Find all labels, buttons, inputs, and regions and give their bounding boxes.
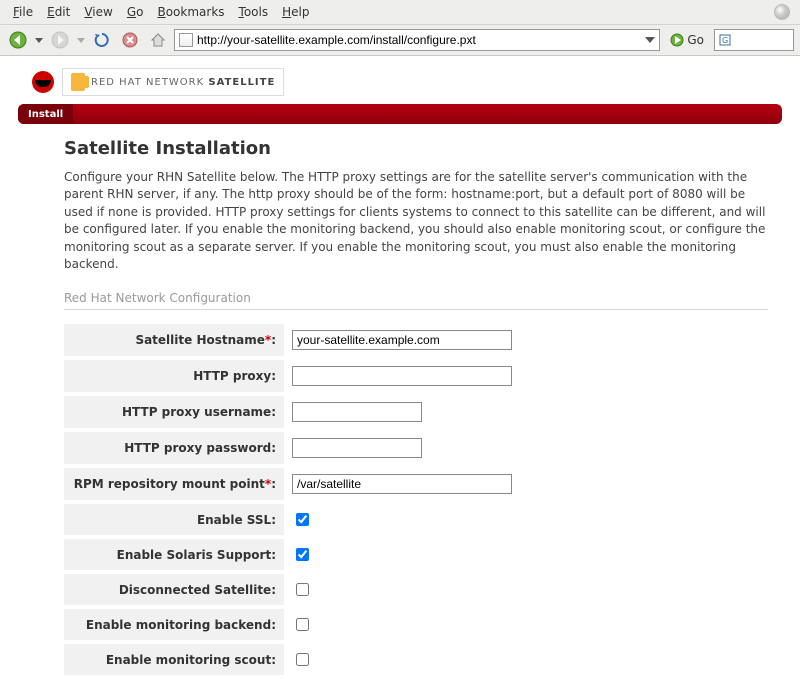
input-proxy-password[interactable] [292,438,422,458]
menu-file[interactable]: File [6,2,40,22]
checkbox-enable-solaris[interactable] [296,548,309,561]
page-icon [179,33,193,47]
product-badge: RED HAT NETWORK SATELLITE [62,68,284,96]
menu-help[interactable]: Help [275,2,316,22]
label-enable-ssl: Enable SSL: [64,504,284,535]
go-label: Go [687,33,704,47]
label-monitoring-backend: Enable monitoring backend: [64,609,284,640]
checkbox-enable-ssl[interactable] [296,513,309,526]
search-box[interactable]: G [714,29,794,51]
label-proxy-password: HTTP proxy password: [64,432,284,464]
brand-header: RED HAT NETWORK SATELLITE [18,64,782,104]
input-rpm-mount[interactable] [292,474,512,494]
menu-go[interactable]: Go [120,2,151,22]
label-rpm-mount: RPM repository mount point*: [64,468,284,500]
browser-window: File Edit View Go Bookmarks Tools Help [0,0,800,693]
label-monitoring-scout: Enable monitoring scout: [64,644,284,675]
url-history-dropdown[interactable] [643,35,657,45]
home-button[interactable] [146,28,170,52]
menu-view[interactable]: View [77,2,119,22]
nav-bar: Install [18,104,782,124]
intro-text: Configure your RHN Satellite below. The … [64,169,768,273]
nav-toolbar: Go G [0,25,800,56]
checkbox-monitoring-backend[interactable] [296,618,309,631]
forward-history-dropdown[interactable] [76,36,86,44]
back-button[interactable] [6,28,30,52]
activity-throbber-icon [774,4,790,20]
input-proxy-username[interactable] [292,402,422,422]
go-button[interactable]: Go [664,31,710,49]
search-engine-icon: G [719,34,731,46]
checkbox-disconnected[interactable] [296,583,309,596]
menu-tools[interactable]: Tools [232,2,276,22]
label-disconnected: Disconnected Satellite: [64,574,284,605]
menu-bar: File Edit View Go Bookmarks Tools Help [0,0,800,25]
forward-button[interactable] [48,28,72,52]
redhat-logo-icon [32,71,54,93]
section-heading: Red Hat Network Configuration [64,287,768,310]
product-name: RED HAT NETWORK SATELLITE [91,77,275,88]
svg-text:G: G [722,36,728,45]
menu-edit[interactable]: Edit [40,2,77,22]
main-content: Satellite Installation Configure your RH… [18,138,782,693]
stop-button[interactable] [118,28,142,52]
url-bar[interactable] [174,29,660,51]
page-title: Satellite Installation [64,138,768,159]
back-history-dropdown[interactable] [34,36,44,44]
label-enable-solaris: Enable Solaris Support: [64,539,284,570]
reload-button[interactable] [90,28,114,52]
input-http-proxy[interactable] [292,366,512,386]
page-viewport: RED HAT NETWORK SATELLITE Install Satell… [0,56,800,693]
menu-bookmarks[interactable]: Bookmarks [150,2,231,22]
tab-install[interactable]: Install [18,104,73,124]
url-input[interactable] [197,33,639,47]
config-form: Satellite Hostname*: HTTP proxy: HTTP pr… [64,320,768,679]
satellite-icon [71,73,85,91]
checkbox-monitoring-scout[interactable] [296,653,309,666]
label-hostname: Satellite Hostname*: [64,324,284,356]
input-hostname[interactable] [292,330,512,350]
label-http-proxy: HTTP proxy: [64,360,284,392]
label-proxy-username: HTTP proxy username: [64,396,284,428]
